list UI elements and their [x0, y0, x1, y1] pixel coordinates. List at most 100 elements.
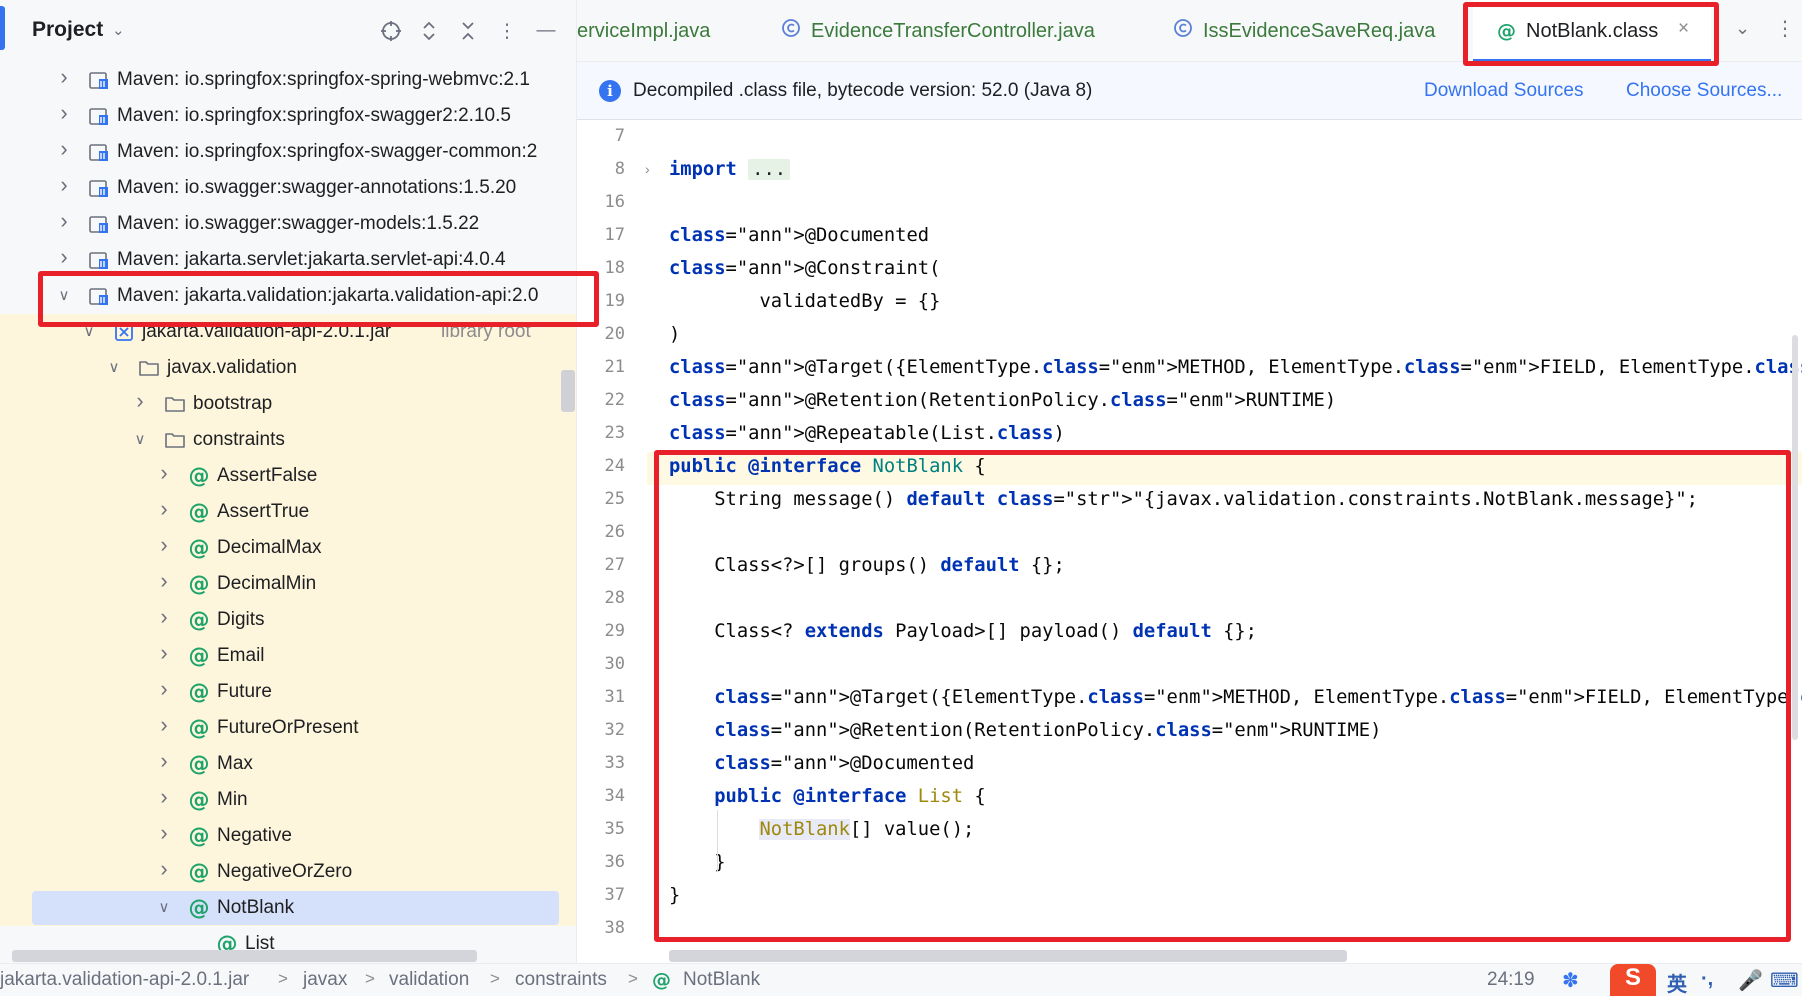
code-line[interactable]: }	[669, 879, 680, 912]
chevron-right-icon[interactable]: ›	[56, 64, 72, 90]
chevron-down-icon[interactable]: ∨	[106, 358, 122, 376]
tab-service-impl[interactable]: erviceImpl.java	[577, 0, 753, 61]
tree-item[interactable]: › @ Max	[0, 746, 576, 782]
tree-item[interactable]: ∨ javax.validation	[0, 350, 576, 386]
code-line[interactable]: class="ann">@Constraint(	[669, 252, 940, 285]
chevron-right-icon[interactable]: ›	[56, 136, 72, 162]
code-line[interactable]: Class<? extends Payload>[] payload() def…	[669, 615, 1257, 648]
code-line[interactable]: class="ann">@Target({ElementType.class="…	[669, 681, 1802, 714]
close-icon[interactable]: ×	[1678, 18, 1689, 40]
chevron-right-icon[interactable]: ›	[156, 568, 172, 594]
chevron-right-icon[interactable]: ›	[56, 208, 72, 234]
project-title[interactable]: Project	[32, 18, 103, 42]
locate-icon[interactable]	[377, 17, 405, 45]
tree-item[interactable]: › @ DecimalMin	[0, 566, 576, 602]
chevron-down-icon[interactable]: ∨	[56, 286, 72, 304]
tree-item[interactable]: › Maven: jakarta.servlet:jakarta.servlet-…	[0, 242, 576, 278]
microphone-icon[interactable]: 🎤	[1738, 968, 1763, 993]
download-sources-link[interactable]: Download Sources	[1424, 80, 1583, 102]
code-line[interactable]: NotBlank[] value();	[669, 813, 974, 846]
tree-item[interactable]: › @ Email	[0, 638, 576, 674]
chevron-down-icon[interactable]: ⌄	[1735, 18, 1750, 39]
paw-icon[interactable]: ✽	[1562, 968, 1579, 993]
chevron-right-icon[interactable]: ›	[156, 460, 172, 486]
chevron-right-icon[interactable]: ›	[156, 532, 172, 558]
tree-item[interactable]: › Maven: io.swagger:swagger-models:1.5.22	[0, 206, 576, 242]
chevron-right-icon[interactable]: ›	[156, 856, 172, 882]
tree-item[interactable]: ∨ @ NotBlank	[0, 890, 576, 926]
punctuation-icon[interactable]: ·,	[1701, 968, 1713, 991]
code-line[interactable]: class="ann">@Documented	[669, 219, 929, 252]
tree-item[interactable]: › Maven: io.springfox:springfox-swagger-c…	[0, 134, 576, 170]
chevron-down-icon[interactable]: ∨	[156, 898, 172, 916]
tree-item[interactable]: › @ Negative	[0, 818, 576, 854]
chevron-right-icon[interactable]: ›	[156, 640, 172, 666]
breadcrumb-validation[interactable]: validation	[389, 969, 469, 991]
chevron-right-icon[interactable]: ›	[156, 676, 172, 702]
tree-item[interactable]: › @ FutureOrPresent	[0, 710, 576, 746]
chevron-right-icon[interactable]: ›	[156, 784, 172, 810]
code-line[interactable]: public @interface NotBlank {	[669, 450, 986, 483]
code-line[interactable]: Class<?>[] groups() default {};	[669, 549, 1065, 582]
fold-marker-icon[interactable]: ›	[645, 161, 650, 177]
tab-iss-evidence-save-req[interactable]: IssEvidenceSaveReq.java	[1173, 0, 1463, 61]
tab-evidence-transfer-controller[interactable]: EvidenceTransferController.java	[781, 0, 1121, 61]
more-icon[interactable]: ⋮	[493, 17, 521, 45]
chevron-right-icon[interactable]: ›	[56, 172, 72, 198]
code-line[interactable]: validatedBy = {}	[669, 285, 940, 318]
breadcrumb-constraints[interactable]: constraints	[515, 969, 607, 991]
sogou-ime-icon[interactable]: S	[1610, 964, 1656, 996]
tree-item[interactable]: › Maven: io.springfox:springfox-swagger2:…	[0, 98, 576, 134]
code-line[interactable]: public @interface List {	[669, 780, 985, 813]
code-line[interactable]: String message() default class="str">"{j…	[669, 483, 1698, 516]
code-line[interactable]: class="ann">@Documented	[669, 747, 974, 780]
chevron-down-icon[interactable]: ∨	[132, 430, 148, 448]
more-icon[interactable]: ⋮	[1775, 16, 1795, 41]
chevron-right-icon[interactable]: ›	[56, 244, 72, 270]
editor-vertical-scrollbar[interactable]	[1792, 335, 1798, 740]
tree-item[interactable]: ∨ constraints	[0, 422, 576, 458]
chevron-right-icon[interactable]: ›	[132, 388, 148, 414]
code-line[interactable]: class="ann">@Repeatable(List.class)	[669, 417, 1065, 450]
code-line[interactable]: class="ann">@Retention(RetentionPolicy.c…	[669, 384, 1336, 417]
tree-item[interactable]: › @ Min	[0, 782, 576, 818]
code-line[interactable]: class="ann">@Retention(RetentionPolicy.c…	[669, 714, 1381, 747]
tree-horizontal-scrollbar[interactable]	[12, 950, 477, 962]
tree-item[interactable]: ∨ jakarta.validation-api-2.0.1.jar library…	[0, 314, 576, 350]
breadcrumb-jar[interactable]: jakarta.validation-api-2.0.1.jar	[0, 969, 249, 991]
caret-position[interactable]: 24:19	[1487, 969, 1535, 991]
minimize-icon[interactable]: —	[532, 17, 560, 45]
choose-sources-link[interactable]: Choose Sources...	[1626, 80, 1782, 102]
chevron-right-icon[interactable]: ›	[156, 820, 172, 846]
breadcrumb-notblank[interactable]: NotBlank	[683, 969, 760, 991]
tree-item[interactable]: › Maven: io.springfox:springfox-spring-we…	[0, 62, 576, 98]
code-line[interactable]: )	[669, 318, 680, 351]
code-line[interactable]: class="ann">@Target({ElementType.class="…	[669, 351, 1802, 384]
tree-item[interactable]: › @ NegativeOrZero	[0, 854, 576, 890]
keyboard-icon[interactable]: ⌨	[1770, 968, 1799, 993]
tree-item[interactable]: › bootstrap	[0, 386, 576, 422]
tab-notblank-class[interactable]: @ NotBlank.class ×	[1473, 0, 1711, 61]
code-editor[interactable]: 7 8 16 17 18 19 20 21 22 23 24 25 26 27 28 29 30 31 32 33 34…	[577, 120, 1802, 963]
ime-language[interactable]: 英	[1667, 968, 1687, 996]
chevron-right-icon[interactable]: ›	[156, 496, 172, 522]
chevron-right-icon[interactable]: ›	[156, 604, 172, 630]
tree-item[interactable]: › @ AssertFalse	[0, 458, 576, 494]
chevron-down-icon[interactable]: ∨	[81, 322, 97, 340]
expand-all-icon[interactable]	[415, 17, 443, 45]
breadcrumb-javax[interactable]: javax	[303, 969, 347, 991]
code-line[interactable]: import ...	[669, 153, 791, 186]
tree-item[interactable]: › @ DecimalMax	[0, 530, 576, 566]
tree-item[interactable]: ∨ Maven: jakarta.validation:jakarta.valid…	[0, 278, 576, 314]
chevron-right-icon[interactable]: ›	[156, 748, 172, 774]
tree-item[interactable]: › @ Digits	[0, 602, 576, 638]
chevron-right-icon[interactable]: ›	[156, 712, 172, 738]
tree-item[interactable]: › Maven: io.swagger:swagger-annotations:1…	[0, 170, 576, 206]
collapse-all-icon[interactable]	[454, 17, 482, 45]
tree-item[interactable]: › @ Future	[0, 674, 576, 710]
editor-horizontal-scrollbar[interactable]	[669, 950, 1347, 962]
tree-vertical-scrollbar[interactable]	[561, 370, 575, 412]
chevron-down-icon[interactable]: ⌄	[112, 21, 125, 39]
chevron-right-icon[interactable]: ›	[56, 100, 72, 126]
tree-item[interactable]: › @ AssertTrue	[0, 494, 576, 530]
